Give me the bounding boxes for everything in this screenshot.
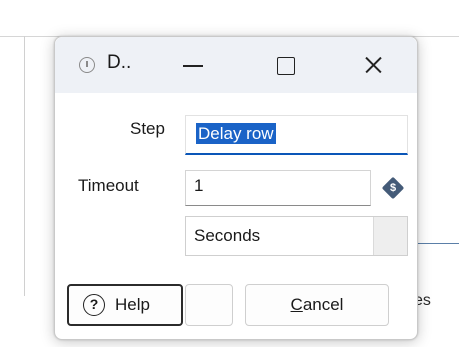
timeout-input[interactable]: 1: [185, 170, 371, 206]
delay-dialog: D.. Step Delay row Timeout 1 $ Seconds ?…: [54, 36, 418, 340]
minimize-button[interactable]: [173, 45, 213, 85]
background-canvas-line: [24, 36, 25, 296]
close-button[interactable]: [353, 45, 393, 85]
maximize-button[interactable]: [265, 45, 305, 85]
dialog-title: D..: [107, 52, 132, 73]
step-name-value: Delay row: [196, 123, 276, 144]
help-button[interactable]: ? Help: [67, 284, 183, 326]
step-label: Step: [130, 119, 165, 138]
cancel-label: ancel: [302, 295, 344, 314]
ok-button[interactable]: [185, 284, 233, 326]
unit-dropdown-button[interactable]: [373, 217, 407, 255]
timeout-label: Timeout: [78, 176, 139, 195]
cancel-button[interactable]: Cancel: [245, 284, 389, 326]
cancel-mnemonic: C: [290, 295, 303, 314]
variable-diamond-icon[interactable]: $: [381, 176, 405, 200]
clock-icon: [79, 57, 95, 73]
title-bar[interactable]: D..: [55, 37, 417, 93]
timeout-unit-value: Seconds: [194, 226, 261, 245]
step-name-input[interactable]: Delay row: [185, 115, 408, 155]
timeout-unit-select[interactable]: Seconds: [185, 216, 408, 256]
help-label: Help: [115, 295, 150, 314]
help-icon: ?: [83, 294, 105, 316]
